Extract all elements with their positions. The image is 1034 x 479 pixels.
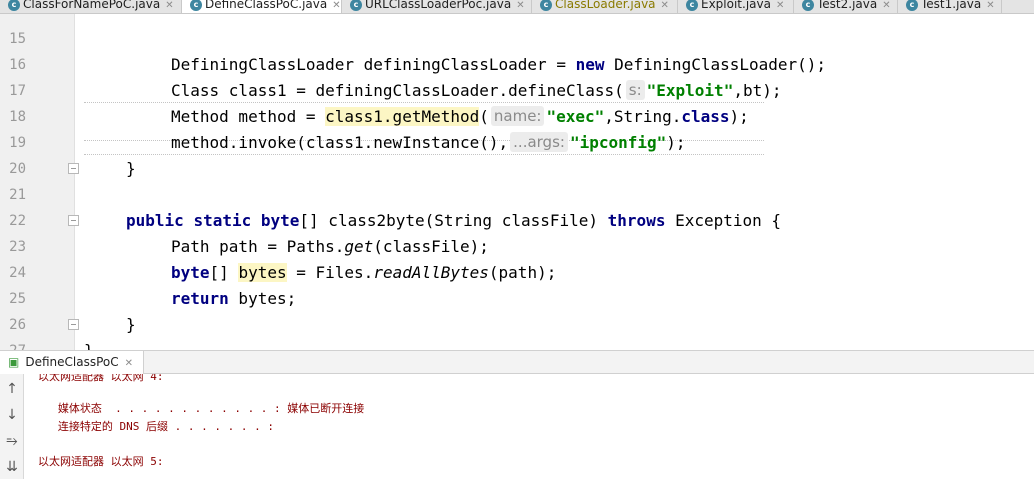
run-tool-window-header: ▣ DefineClassPoC ✕ (0, 350, 1034, 374)
code-line-17[interactable]: Class class1 = definingClassLoader.defin… (171, 78, 782, 104)
code-line-25[interactable]: return bytes; (171, 286, 296, 312)
close-icon[interactable]: ✕ (125, 358, 133, 369)
java-class-icon: c (540, 0, 552, 11)
java-class-icon: c (906, 0, 918, 11)
line-number: 21 (9, 187, 26, 203)
usage-highlight: class1.getMethod (325, 107, 480, 126)
code-line-20[interactable]: } (126, 156, 136, 182)
scroll-to-end-icon[interactable]: ⇊ (3, 458, 21, 476)
java-class-icon: c (8, 0, 20, 11)
line-number: 22 (9, 213, 26, 229)
close-icon[interactable]: ✕ (516, 0, 524, 11)
line-number: 16 (9, 57, 26, 73)
console-line: 媒体状态 . . . . . . . . . . . . : 媒体已断开连接 (38, 402, 365, 415)
parameter-hint: s: (625, 80, 645, 100)
fold-marker-icon[interactable] (68, 215, 79, 226)
usage-highlight: bytes (238, 263, 287, 282)
line-number-gutter: 15 16 17 18 19 20 21 22 23 24 25 26 27 (0, 14, 75, 350)
console-line: 连接特定的 DNS 后缀 . . . . . . . : (38, 420, 274, 433)
tab-exploit[interactable]: c Exploit.java ✕ (678, 0, 794, 13)
code-line-16[interactable]: DefiningClassLoader definingClassLoader … (171, 52, 826, 78)
java-class-icon: c (802, 0, 814, 11)
tab-classfornamepoc[interactable]: c ClassForNamePoC.java ✕ (0, 0, 182, 13)
close-icon[interactable]: ✕ (882, 0, 890, 11)
fold-marker-icon[interactable] (68, 163, 79, 174)
code-line-27[interactable]: } (84, 338, 94, 350)
fold-marker-icon[interactable] (68, 319, 79, 330)
line-number: 19 (9, 135, 26, 151)
close-icon[interactable]: ✕ (165, 0, 173, 11)
tab-test1[interactable]: c Test1.java ✕ (898, 0, 1002, 13)
run-config-icon: ▣ (8, 355, 20, 369)
code-line-18[interactable]: Method method = class1.getMethod(name: "e… (171, 104, 749, 130)
java-class-icon: c (350, 0, 362, 11)
run-toolbar: ↑ ↓ ⥱ ⇊ (0, 374, 24, 479)
editor-tab-bar: c ClassForNamePoC.java ✕ c DefineClassPoC.j… (0, 0, 1034, 14)
console-output[interactable]: 以太网适配器 以太网 4: 媒体状态 . . . . . . . . . . .… (24, 374, 1034, 479)
line-number: 15 (9, 31, 26, 47)
tab-test2[interactable]: c Test2.java ✕ (794, 0, 898, 13)
line-number: 26 (9, 317, 26, 333)
parameter-hint: name: (490, 106, 545, 126)
code-line-26[interactable]: } (126, 312, 136, 338)
console-line: 以太网适配器 以太网 4: (38, 374, 164, 383)
soft-wrap-icon[interactable]: ⥱ (3, 432, 21, 450)
line-number: 27 (0, 338, 26, 350)
line-number: 17 (9, 83, 26, 99)
dotted-underline (84, 102, 764, 103)
down-arrow-icon[interactable]: ↓ (3, 406, 21, 424)
close-icon[interactable]: ✕ (776, 0, 784, 11)
close-icon[interactable]: ✕ (661, 0, 669, 11)
code-line-22[interactable]: public static byte[] class2byte(String c… (126, 208, 781, 234)
line-number: 24 (9, 265, 26, 281)
java-class-icon: c (686, 0, 698, 11)
code-editor[interactable]: 15 16 17 18 19 20 21 22 23 24 25 26 27 D… (0, 14, 1034, 350)
tab-defineclasspoc[interactable]: c DefineClassPoC.java ✕ (182, 0, 342, 13)
line-number: 20 (9, 161, 26, 177)
line-number: 23 (9, 239, 26, 255)
up-arrow-icon[interactable]: ↑ (3, 380, 21, 398)
code-line-23[interactable]: Path path = Paths.get(classFile); (171, 234, 489, 260)
close-icon[interactable]: ✕ (332, 0, 340, 11)
dotted-underline (84, 154, 764, 155)
code-line-24[interactable]: byte[] bytes = Files.readAllBytes(path); (171, 260, 556, 286)
line-number: 25 (9, 291, 26, 307)
console-line: 以太网适配器 以太网 5: (38, 455, 164, 468)
line-number: 18 (9, 109, 26, 125)
close-icon[interactable]: ✕ (986, 0, 994, 11)
tab-classloader[interactable]: c ClassLoader.java ✕ (532, 0, 678, 13)
run-tab-defineclasspoc[interactable]: ▣ DefineClassPoC ✕ (0, 351, 145, 374)
java-class-icon: c (190, 0, 202, 11)
code-line-19[interactable]: method.invoke(class1.newInstance(), ...ar… (171, 130, 686, 156)
tab-urlclassloaderpoc[interactable]: c URLClassLoaderPoc.java ✕ (342, 0, 532, 13)
parameter-hint: ...args: (510, 132, 568, 152)
